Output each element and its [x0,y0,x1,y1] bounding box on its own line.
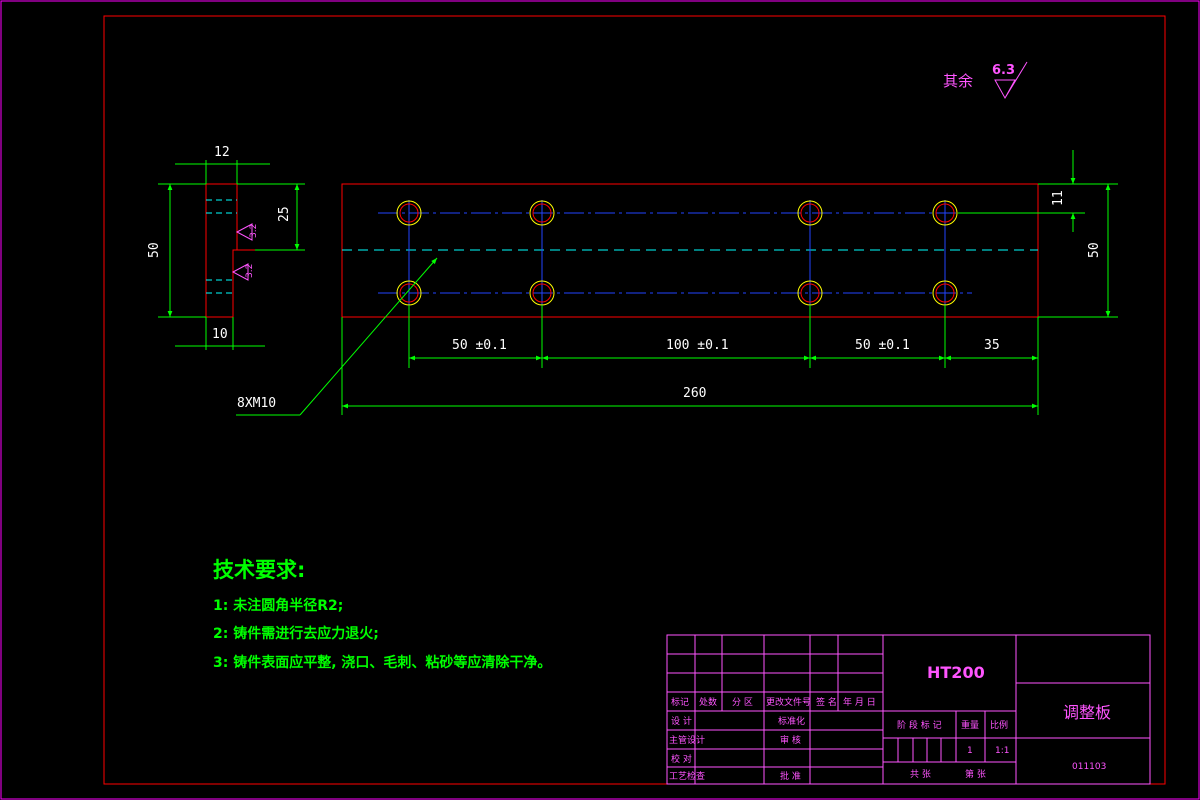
tb-quantity: 1 [967,746,973,756]
tb-header: 标记 [671,696,689,708]
tb-header: 签 名 [816,696,837,708]
part-name: 调整板 [1063,703,1111,722]
side-dim-height: 50 [147,242,162,258]
dim-total: 260 [683,386,706,401]
drawing-canvas: 其余 6.3 12 50 25 10 3.2 3.2 50 ±0.1 100 ±… [0,0,1200,800]
dim-plate-height: 50 [1087,242,1102,258]
tb-mid-label: 批 准 [780,770,801,782]
threaded-holes [396,200,958,306]
dim-spacing-1: 50 ±0.1 [452,338,507,353]
tb-stage-label: 阶 段 标 记 [897,719,942,731]
outer-sheet-border [0,0,1200,800]
tb-row-label: 设 计 [671,715,692,727]
tb-header: 更改文件号 [766,696,811,708]
general-roughness-symbol: 其余 6.3 [943,61,1028,100]
note-item: 1: 未注圆角半径R2; [213,597,343,614]
tb-header: 分 区 [732,697,753,708]
roughness-label: 其余 [943,72,973,90]
tb-mid-label: 审 核 [780,734,801,746]
tb-sheet: 第 张 [965,768,986,780]
tb-weight-label: 重量 [961,719,979,731]
side-dim-width: 12 [214,145,230,160]
main-view: 50 ±0.1 100 ±0.1 50 ±0.1 35 260 11 50 8X… [236,150,1118,416]
side-dim-bottom: 10 [212,327,228,342]
material: HT200 [927,663,985,682]
tb-sheets: 共 张 [910,769,931,780]
side-view-outline [205,183,238,318]
tb-header: 处数 [699,696,717,708]
drawing-number: 011103 [1072,762,1106,772]
notes-title: 技术要求: [213,558,305,582]
tb-row-label: 校 对 [671,753,692,765]
dim-hole-offset: 11 [1051,190,1066,206]
dim-spacing-3: 50 ±0.1 [855,338,910,353]
technical-requirements: 技术要求: 1: 未注圆角半径R2; 2: 铸件需进行去应力退火; 3: 铸件表… [213,558,551,671]
hole-callout: 8XM10 [237,396,276,411]
tb-mid-label: 标准化 [778,715,805,727]
note-item: 2: 铸件需进行去应力退火; [213,625,379,642]
tb-row-label: 主管设计 [669,734,705,746]
side-dim-half: 25 [277,206,292,222]
dim-end: 35 [984,338,1000,353]
side-view: 12 50 25 10 3.2 3.2 [147,145,305,350]
roughness-value: 6.3 [992,63,1015,78]
note-item: 3: 铸件表面应平整, 浇口、毛刺、粘砂等应清除干净。 [213,654,551,671]
side-roughness-2: 3.2 [245,264,255,278]
tb-row-label: 工艺检查 [669,770,705,782]
tb-header: 年 月 日 [843,696,876,708]
tb-scale: 1:1 [995,746,1009,756]
side-roughness-1: 3.2 [249,224,259,238]
tb-scale-label: 比例 [990,719,1008,731]
title-block-text: HT200 调整板 011103 标记 处数 分 区 更改文件号 签 名 年 月… [669,663,1111,782]
dim-spacing-2: 100 ±0.1 [666,338,729,353]
